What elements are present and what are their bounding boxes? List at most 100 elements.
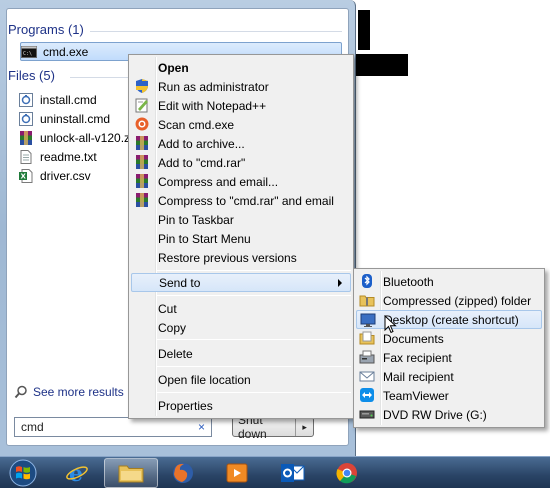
menu-item-label: Add to archive... [158, 136, 245, 151]
menu-item-label: Mail recipient [383, 369, 454, 384]
shutdown-button-group: Shut down ▸ [232, 413, 314, 441]
background-block [358, 10, 370, 50]
menu-item-pin-to-start-menu[interactable]: Pin to Start Menu [131, 229, 351, 248]
file-label: driver.csv [40, 168, 91, 183]
fax-icon [359, 350, 375, 364]
taskbar-firefox[interactable] [156, 458, 210, 488]
search-input-value: cmd [21, 420, 44, 434]
menu-item-label: Compress to "cmd.rar" and email [158, 193, 334, 208]
menu-item-label: Compress and email... [158, 174, 279, 189]
menu-item-scan[interactable]: Scan cmd.exe [131, 115, 351, 134]
menu-item-label: Scan cmd.exe [158, 117, 235, 132]
svg-text:C:\: C:\ [23, 51, 32, 57]
menu-item-send-to[interactable]: Send to [131, 273, 351, 292]
submenu-arrow-icon [338, 279, 342, 287]
search-input[interactable]: cmd × [14, 417, 212, 437]
send-to-submenu: Bluetooth Compressed (zipped) folder Des… [353, 268, 545, 428]
bluetooth-icon [362, 274, 372, 288]
menu-separator [157, 339, 351, 340]
menu-item-label: Fax recipient [383, 350, 452, 365]
menu-item-open[interactable]: Open [131, 58, 351, 77]
chrome-icon [336, 463, 357, 484]
menu-item-compress-and-email[interactable]: Compress and email... [131, 172, 351, 191]
see-more-results-link[interactable]: See more results [14, 385, 124, 399]
documents-icon [359, 331, 375, 345]
menu-separator [157, 295, 351, 296]
ie-icon: e [66, 461, 88, 485]
menu-item-restore-previous-versions[interactable]: Restore previous versions [131, 248, 351, 267]
dvd-drive-icon [359, 410, 375, 419]
script-icon [19, 111, 33, 126]
notepadpp-icon [135, 98, 148, 113]
svg-text:X: X [21, 172, 27, 180]
menu-item-properties[interactable]: Properties [131, 396, 351, 415]
menu-item-label: Open file location [158, 372, 251, 387]
program-label: cmd.exe [43, 44, 89, 59]
menu-item-label: TeamViewer [383, 388, 449, 403]
winrar-icon [136, 136, 148, 150]
section-divider [90, 31, 342, 32]
send-to-mail-recipient[interactable]: Mail recipient [356, 367, 542, 386]
menu-item-label: Restore previous versions [158, 250, 297, 265]
menu-item-open-file-location[interactable]: Open file location [131, 370, 351, 389]
menu-item-label: Desktop (create shortcut) [384, 312, 519, 327]
menu-item-label: Pin to Taskbar [158, 212, 234, 227]
winrar-icon [136, 174, 148, 188]
file-label: unlock-all-v120.zip [40, 130, 140, 145]
menu-item-label: Bluetooth [383, 274, 434, 289]
mail-icon [359, 371, 375, 382]
menu-item-add-to-archive[interactable]: Add to archive... [131, 134, 351, 153]
send-to-fax-recipient[interactable]: Fax recipient [356, 348, 542, 367]
menu-item-add-to-cmd-rar[interactable]: Add to "cmd.rar" [131, 153, 351, 172]
see-more-label: See more results [33, 385, 124, 399]
menu-item-label: Compressed (zipped) folder [383, 293, 532, 308]
menu-item-label: Edit with Notepad++ [158, 98, 267, 113]
menu-separator [157, 366, 351, 367]
taskbar-chrome[interactable] [320, 458, 374, 488]
media-player-icon [226, 463, 248, 483]
send-to-bluetooth[interactable]: Bluetooth [356, 272, 542, 291]
menu-item-label: Open [158, 60, 189, 75]
menu-item-run-as-administrator[interactable]: Run as administrator [131, 77, 351, 96]
taskbar-windows-explorer[interactable] [104, 458, 158, 488]
taskbar-internet-explorer[interactable]: e [50, 458, 104, 488]
menu-item-copy[interactable]: Copy [131, 318, 351, 337]
menu-item-cut[interactable]: Cut [131, 299, 351, 318]
taskbar: e [0, 456, 550, 488]
menu-item-label: Cut [158, 301, 177, 316]
send-to-teamviewer[interactable]: TeamViewer [356, 386, 542, 405]
shutdown-options-arrow-icon[interactable]: ▸ [296, 422, 313, 433]
firefox-icon [173, 463, 193, 483]
menu-item-pin-to-taskbar[interactable]: Pin to Taskbar [131, 210, 351, 229]
menu-item-label: Send to [159, 275, 201, 290]
taskbar-media-player[interactable] [210, 458, 264, 488]
winrar-icon [136, 193, 148, 207]
menu-item-label: Pin to Start Menu [158, 231, 251, 246]
clear-search-icon[interactable]: × [198, 420, 205, 434]
menu-item-edit-with-notepadpp[interactable]: Edit with Notepad++ [131, 96, 351, 115]
winrar-icon [136, 155, 148, 169]
search-icon [14, 385, 27, 399]
taskbar-outlook[interactable] [266, 458, 320, 488]
menu-item-label: Add to "cmd.rar" [158, 155, 246, 170]
send-to-dvd-rw-drive[interactable]: DVD RW Drive (G:) [356, 405, 542, 424]
outlook-icon [281, 464, 305, 482]
cmd-icon: C:\ [21, 45, 37, 58]
text-file-icon [20, 149, 32, 164]
menu-item-label: Delete [158, 346, 193, 361]
menu-item-label: Properties [158, 398, 213, 413]
menu-item-delete[interactable]: Delete [131, 344, 351, 363]
mouse-cursor-icon [384, 315, 397, 334]
rar-archive-icon [20, 130, 32, 145]
send-to-compressed-folder[interactable]: Compressed (zipped) folder [356, 291, 542, 310]
start-button[interactable] [0, 458, 46, 488]
file-label: install.cmd [40, 92, 97, 107]
zip-folder-icon [359, 295, 375, 307]
menu-item-label: DVD RW Drive (G:) [383, 407, 487, 422]
file-label: uninstall.cmd [40, 111, 111, 126]
excel-file-icon: X [19, 168, 33, 183]
antivirus-icon [135, 117, 149, 131]
menu-item-compress-to-cmd-rar-and-email[interactable]: Compress to "cmd.rar" and email [131, 191, 351, 210]
context-menu: Open Run as administrator Edit with Note… [128, 54, 354, 419]
shutdown-button[interactable]: Shut down [233, 413, 297, 441]
